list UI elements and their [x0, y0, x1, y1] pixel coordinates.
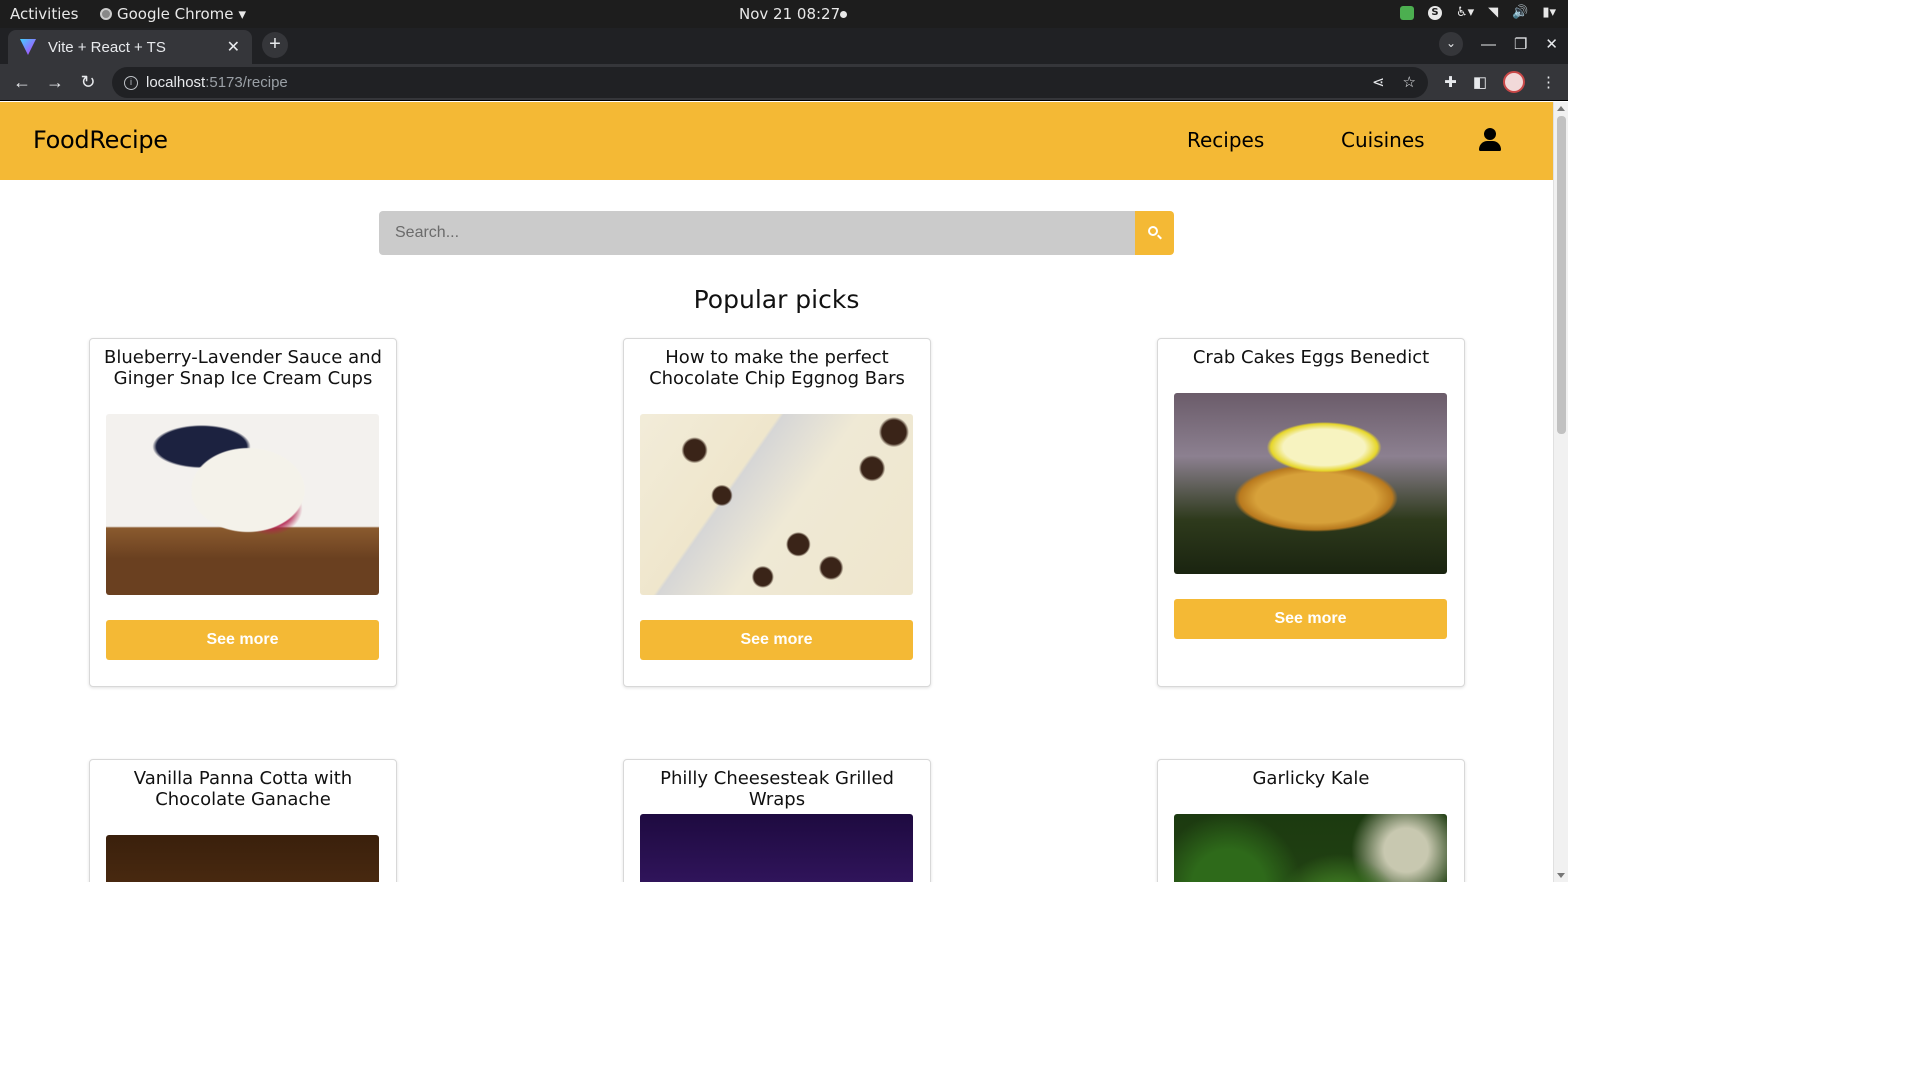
skype-icon[interactable]: S	[1427, 5, 1442, 20]
recipe-card: Garlicky Kale	[1157, 759, 1465, 882]
recipe-card: Vanilla Panna Cotta with Chocolate Ganac…	[89, 759, 397, 882]
reload-icon[interactable]: ↻	[76, 70, 100, 94]
menu-kebab-icon[interactable]: ⋮	[1541, 73, 1556, 91]
app-menu[interactable]: Google Chrome ▾	[100, 5, 246, 23]
scroll-up-icon[interactable]	[1557, 106, 1565, 111]
minimize-icon[interactable]: —	[1481, 36, 1496, 53]
recipe-title: How to make the perfect Chocolate Chip E…	[649, 347, 905, 389]
restore-icon[interactable]: ❐	[1514, 35, 1527, 53]
see-more-button[interactable]: See more	[106, 620, 379, 660]
address-bar[interactable]: i localhost:5173/recipe ⋖ ☆	[112, 67, 1428, 98]
back-icon[interactable]: ←	[10, 70, 34, 94]
os-top-bar: Activities Google Chrome ▾ Nov 21 08:27 …	[0, 0, 1568, 28]
nav-link-recipes[interactable]: Recipes	[1187, 128, 1264, 152]
vite-favicon-icon	[20, 39, 36, 55]
recipe-image	[1174, 393, 1447, 574]
browser-tab[interactable]: Vite + React + TS ✕	[8, 30, 252, 64]
scrollbar-thumb[interactable]	[1557, 116, 1566, 434]
battery-icon[interactable]: ▮▾	[1542, 5, 1556, 20]
url-host: localhost	[146, 74, 206, 91]
bookmark-star-icon[interactable]: ☆	[1403, 73, 1416, 91]
activities-button[interactable]: Activities	[10, 5, 78, 23]
chevron-down-icon: ▾	[238, 5, 247, 23]
recipe-image	[1174, 814, 1447, 882]
recipe-title: Crab Cakes Eggs Benedict	[1192, 347, 1430, 368]
close-tab-icon[interactable]: ✕	[227, 37, 240, 57]
chrome-icon	[100, 8, 112, 20]
accessibility-icon[interactable]: ♿▾	[1456, 5, 1474, 20]
side-panel-icon[interactable]: ◧	[1473, 73, 1487, 91]
url-path: :5173/recipe	[205, 74, 288, 91]
extensions-icon[interactable]: ✚	[1444, 73, 1457, 91]
tab-search-icon[interactable]: ⌄	[1438, 32, 1463, 56]
see-more-button[interactable]: See more	[1174, 599, 1447, 639]
recipe-image	[640, 814, 913, 882]
recipe-card: Philly Cheesesteak Grilled Wraps	[623, 759, 931, 882]
recipe-image	[106, 414, 379, 595]
tab-title: Vite + React + TS	[48, 38, 166, 56]
recipe-title: Blueberry-Lavender Sauce and Ginger Snap…	[104, 347, 382, 389]
profile-avatar[interactable]	[1503, 71, 1525, 93]
recipe-title: Garlicky Kale	[1252, 768, 1370, 789]
shield-icon[interactable]	[1399, 5, 1414, 20]
page-scrollbar[interactable]	[1553, 102, 1568, 882]
volume-icon[interactable]: 🔊	[1512, 5, 1528, 20]
share-icon[interactable]: ⋖	[1372, 73, 1385, 91]
forward-icon[interactable]: →	[43, 70, 67, 94]
tab-strip: Vite + React + TS ✕ + ⌄ — ❐ ✕	[0, 28, 1568, 64]
recipe-card: Blueberry-Lavender Sauce and Ginger Snap…	[89, 338, 397, 687]
recipe-card: How to make the perfect Chocolate Chip E…	[623, 338, 931, 687]
recipe-title: Vanilla Panna Cotta with Chocolate Ganac…	[133, 768, 353, 810]
search-bar	[379, 211, 1174, 255]
recipe-image	[640, 414, 913, 595]
user-account-icon[interactable]	[1479, 128, 1501, 152]
recipe-image	[106, 835, 379, 882]
section-title: Popular picks	[693, 285, 860, 314]
app-name: Google Chrome	[117, 5, 234, 23]
search-input[interactable]	[379, 211, 1135, 255]
recipe-card: Crab Cakes Eggs Benedict See more	[1157, 338, 1465, 687]
clock[interactable]: Nov 21 08:27	[739, 5, 840, 23]
window-controls: ⌄ — ❐ ✕	[1438, 32, 1558, 56]
wifi-icon[interactable]: ◥	[1488, 5, 1498, 20]
brand-logo[interactable]: FoodRecipe	[33, 126, 168, 154]
scroll-down-icon[interactable]	[1557, 873, 1565, 878]
see-more-button[interactable]: See more	[640, 620, 913, 660]
recipe-title: Philly Cheesesteak Grilled Wraps	[660, 768, 894, 810]
site-info-icon[interactable]: i	[124, 75, 138, 90]
site-navbar: FoodRecipe Recipes Cuisines	[0, 102, 1553, 180]
close-window-icon[interactable]: ✕	[1545, 35, 1558, 53]
system-tray[interactable]: S ♿▾ ◥ 🔊 ▮▾	[1399, 5, 1556, 20]
browser-toolbar: ← → ↻ i localhost:5173/recipe ⋖ ☆ ✚ ◧ ⋮	[0, 64, 1568, 101]
notification-dot-icon	[840, 11, 847, 18]
nav-link-cuisines[interactable]: Cuisines	[1341, 128, 1425, 152]
search-icon	[1147, 226, 1162, 240]
search-button[interactable]	[1135, 211, 1174, 255]
page-viewport: FoodRecipe Recipes Cuisines Popular pick…	[0, 102, 1553, 882]
new-tab-button[interactable]: +	[262, 32, 288, 58]
